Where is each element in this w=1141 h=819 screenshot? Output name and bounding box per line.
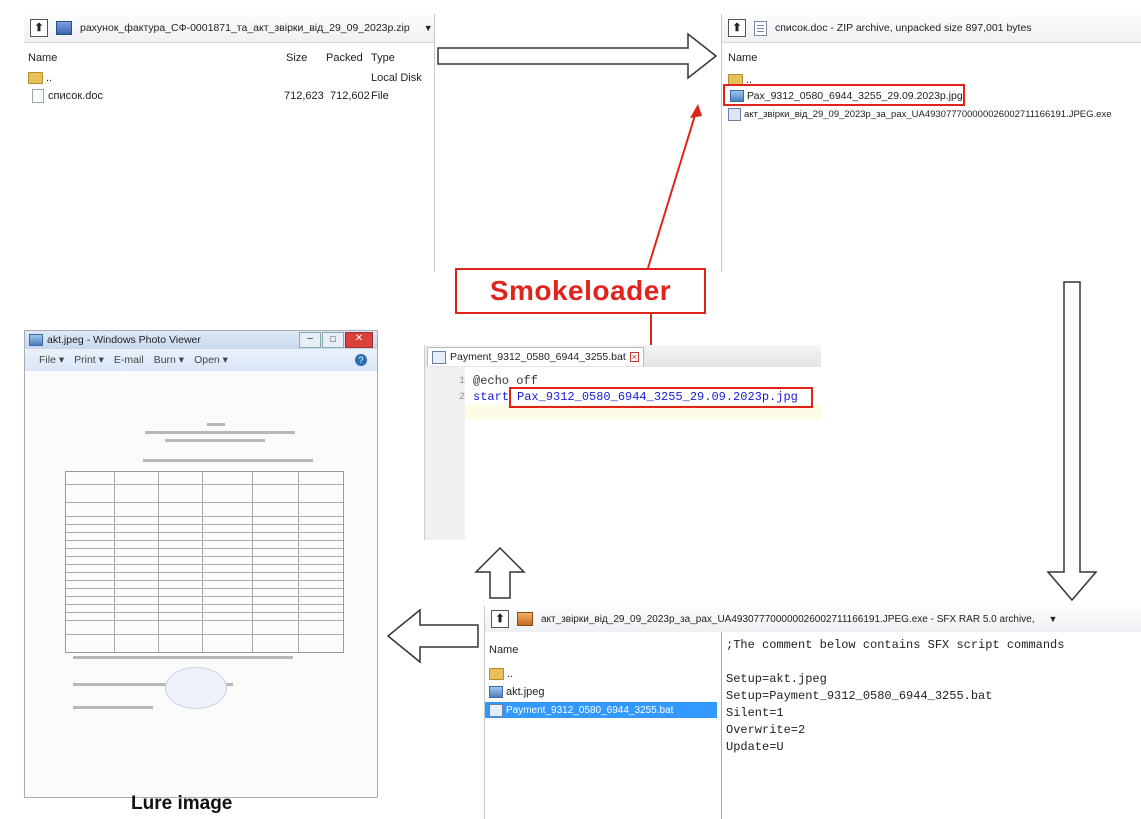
row-type: Local Disk — [371, 72, 422, 84]
zip-archive-panel: ⬆ рахунок_фактура_СФ-0001871_та_акт_звір… — [24, 14, 435, 272]
smokeloader-label: Smokeloader — [455, 268, 706, 314]
folder-up-icon — [28, 72, 43, 84]
sfx-archive-panel: ⬆ акт_звірки_від_29_09_2023р_за_рах_UA49… — [484, 606, 1141, 819]
photo-viewer-titlebar: akt.jpeg - Windows Photo Viewer – □ ✕ — [25, 331, 377, 349]
line-number: 2 — [458, 391, 465, 403]
photo-viewer-menubar: File ▾ Print ▾ E-mail Burn ▾ Open ▾ ? — [25, 349, 377, 371]
arrow-sfx-to-viewer — [386, 608, 479, 664]
arrow-zip-to-doc — [437, 32, 718, 80]
code-keyword: start — [473, 390, 510, 404]
archive-icon — [56, 21, 72, 35]
doc-text — [73, 706, 153, 709]
list-item[interactable]: .. Local Disk — [24, 70, 434, 86]
doc-heading — [145, 431, 295, 434]
sfx-script-line: Update=U — [726, 740, 784, 754]
up-folder-icon[interactable]: ⬆ — [728, 19, 746, 37]
photo-viewer-title: akt.jpeg - Windows Photo Viewer — [47, 334, 201, 346]
image-file-icon — [489, 686, 503, 698]
archive-icon — [517, 612, 533, 626]
list-item[interactable]: список.doc 712,623 712,602 File — [24, 88, 434, 104]
row-name: список.doc — [48, 90, 103, 102]
col-type[interactable]: Type — [371, 52, 395, 64]
sfx-script-line: Overwrite=2 — [726, 723, 806, 737]
bat-file-icon — [432, 350, 446, 364]
sfx-file-list: Name .. akt.jpeg Payment_9312_0580_6944_… — [485, 632, 721, 819]
window-controls: – □ ✕ — [299, 332, 373, 348]
arrow-doc-to-sfx — [1046, 281, 1098, 602]
list-item[interactable]: .. — [485, 666, 513, 682]
doc-text — [143, 459, 313, 462]
doc-path-text: список.doc - ZIP archive, unpacked size … — [775, 22, 1032, 34]
zip-path-text: рахунок_фактура_СФ-0001871_та_акт_звірки… — [80, 22, 410, 34]
sfx-script-line: Setup=akt.jpeg — [726, 672, 827, 686]
menu-burn[interactable]: Burn ▾ — [154, 354, 184, 366]
tab-label: Payment_9312_0580_6944_3255.bat — [450, 351, 626, 363]
col-packed[interactable]: Packed — [326, 52, 363, 64]
sfx-script-line: Silent=1 — [726, 706, 784, 720]
highlight-box-jpg — [723, 84, 965, 106]
help-icon[interactable]: ? — [355, 354, 367, 366]
col-name[interactable]: Name — [728, 52, 757, 64]
photo-viewer-icon — [29, 334, 43, 346]
row-name: akt.jpeg — [506, 686, 545, 698]
lure-document-table — [65, 471, 344, 653]
row-packed: 712,602 — [330, 90, 370, 102]
row-name: .. — [46, 72, 53, 84]
doc-heading — [165, 439, 265, 442]
minimize-icon[interactable]: – — [299, 332, 321, 348]
doc-archive-panel: ⬆ список.doc - ZIP archive, unpacked siz… — [721, 14, 1141, 272]
highlight-box-start-arg — [509, 387, 813, 408]
close-icon[interactable]: ✕ — [345, 332, 373, 348]
doc-path-bar: ⬆ список.doc - ZIP archive, unpacked siz… — [722, 14, 1141, 43]
row-name: Payment_9312_0580_6944_3255.bat — [506, 704, 674, 716]
menu-email[interactable]: E-mail — [114, 354, 144, 366]
editor-tab-bar: Payment_9312_0580_6944_3255.bat × — [425, 345, 821, 368]
chevron-down-icon[interactable]: ▼ — [424, 23, 433, 33]
bat-file-icon — [489, 703, 503, 717]
tab-bat-file[interactable]: Payment_9312_0580_6944_3255.bat × — [427, 347, 645, 366]
sfx-path-bar: ⬆ акт_звірки_від_29_09_2023р_за_рах_UA49… — [485, 606, 1141, 633]
sfx-script-line: Setup=Payment_9312_0580_6944_3255.bat — [726, 689, 993, 703]
red-arrowhead-up — [690, 104, 702, 118]
sfx-comment-pane: ;The comment below contains SFX script c… — [721, 632, 1141, 819]
doc-heading — [207, 423, 225, 426]
sfx-path-text: акт_звірки_від_29_09_2023р_за_рах_UA4930… — [541, 613, 1035, 625]
document-icon — [754, 20, 767, 36]
col-size[interactable]: Size — [286, 52, 307, 64]
doc-text — [73, 656, 293, 659]
line-number: 1 — [458, 375, 465, 387]
sfx-script-line: ;The comment below contains SFX script c… — [726, 638, 1065, 652]
arrow-sfx-to-bat — [474, 546, 526, 599]
list-item[interactable]: акт_звірки_від_29_09_2023р_за_рах_UA4930… — [722, 106, 1111, 122]
list-item[interactable]: akt.jpeg — [485, 684, 545, 700]
stamp-image — [165, 667, 227, 709]
list-item-selected[interactable]: Payment_9312_0580_6944_3255.bat — [485, 702, 717, 718]
row-size: 712,623 — [284, 90, 324, 102]
bat-editor: Payment_9312_0580_6944_3255.bat × 1 @ech… — [424, 345, 821, 540]
lure-image-caption: Lure image — [131, 793, 233, 814]
up-folder-icon[interactable]: ⬆ — [30, 19, 48, 37]
file-icon — [32, 89, 44, 103]
row-type: File — [371, 90, 389, 102]
col-name[interactable]: Name — [489, 644, 518, 656]
doc-column-headers: Name — [722, 42, 1141, 76]
up-folder-icon[interactable]: ⬆ — [491, 610, 509, 628]
maximize-icon[interactable]: □ — [322, 332, 344, 348]
col-name[interactable]: Name — [28, 52, 57, 64]
row-name: .. — [507, 668, 514, 680]
close-icon[interactable]: × — [629, 352, 640, 362]
menu-file[interactable]: File ▾ — [39, 354, 64, 366]
zip-path-bar: ⬆ рахунок_фактура_СФ-0001871_та_акт_звір… — [24, 14, 434, 43]
folder-up-icon — [489, 668, 504, 680]
red-arrow-up — [647, 111, 697, 269]
chevron-down-icon[interactable]: ▼ — [1049, 614, 1058, 624]
menu-print[interactable]: Print ▾ — [74, 354, 104, 366]
executable-icon — [728, 107, 741, 121]
code-text: @echo off — [473, 374, 538, 388]
menu-open[interactable]: Open ▾ — [194, 354, 228, 366]
row-name: акт_звірки_від_29_09_2023р_за_рах_UA4930… — [744, 108, 1112, 120]
